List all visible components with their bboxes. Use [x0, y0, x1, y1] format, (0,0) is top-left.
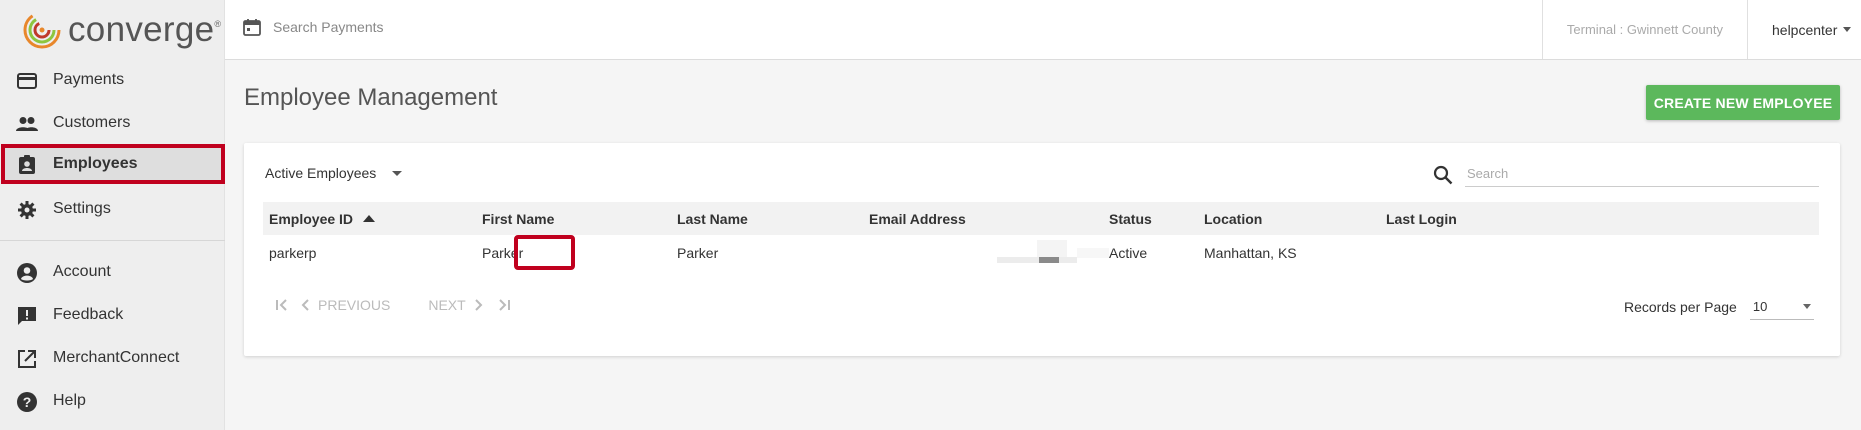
logo-text: converge — [68, 10, 215, 49]
calendar-icon — [243, 19, 261, 36]
badge-icon — [16, 154, 38, 176]
user-menu[interactable]: helpcenter — [1747, 0, 1861, 59]
page-title: Employee Management — [244, 84, 498, 111]
caret-down-icon — [1802, 304, 1811, 309]
search-icon[interactable] — [1433, 165, 1453, 185]
create-new-employee-button[interactable]: CREATE NEW EMPLOYEE — [1646, 85, 1840, 120]
next-label: NEXT — [428, 297, 466, 313]
header-status[interactable]: Status — [1109, 202, 1152, 235]
first-name-highlight — [514, 235, 575, 270]
sidebar-item-label: MerchantConnect — [53, 349, 180, 366]
search-payments[interactable]: Search Payments — [243, 18, 384, 36]
sidebar-item-label: Payments — [53, 71, 125, 88]
email-redacted — [997, 240, 1109, 264]
employee-filter-dropdown[interactable]: Active Employees — [265, 165, 403, 181]
search-payments-label: Search Payments — [273, 19, 384, 35]
sidebar-item-employees[interactable]: Employees — [1, 144, 225, 184]
header-label: Employee ID — [269, 210, 354, 227]
chevron-left-icon — [301, 299, 309, 311]
converge-logo[interactable]: converge ® — [22, 8, 221, 52]
top-right-area: Terminal : Gwinnett County helpcenter — [1541, 0, 1861, 59]
user-name: helpcenter — [1772, 21, 1838, 38]
cell-location: Manhattan, KS — [1204, 245, 1297, 261]
help-icon: ? — [16, 391, 38, 413]
cell-employee-id: parkerp — [269, 245, 317, 261]
table-header: Employee ID First Name Last Name Email A… — [263, 202, 1819, 235]
sidebar-item-label: Account — [53, 263, 111, 280]
search-input[interactable] — [1465, 161, 1819, 187]
header-employee-id[interactable]: Employee ID — [269, 202, 376, 235]
sort-ascending-icon — [363, 215, 376, 222]
caret-down-icon — [392, 170, 403, 176]
sidebar-item-payments[interactable]: Payments — [0, 60, 225, 100]
next-page-button[interactable]: NEXT — [428, 297, 483, 313]
top-bar: Search Payments Terminal : Gwinnett Coun… — [225, 0, 1861, 60]
sidebar-item-label: Settings — [53, 200, 111, 217]
header-first-name[interactable]: First Name — [482, 202, 554, 235]
sidebar-item-account[interactable]: Account — [0, 252, 225, 292]
filter-label: Active Employees — [265, 165, 377, 181]
first-page-button[interactable] — [274, 298, 290, 312]
header-last-name[interactable]: Last Name — [677, 202, 748, 235]
chevron-right-icon — [474, 299, 483, 311]
sidebar: converge ® Payments Customers Employees S… — [0, 0, 225, 430]
records-per-page-select[interactable]: 10 — [1749, 294, 1814, 320]
sidebar-item-customers[interactable]: Customers — [0, 103, 225, 143]
sidebar-item-feedback[interactable]: Feedback — [0, 295, 225, 335]
records-per-page-value: 10 — [1752, 299, 1768, 314]
header-email-address[interactable]: Email Address — [869, 202, 966, 235]
header-location[interactable]: Location — [1204, 202, 1262, 235]
header-last-login[interactable]: Last Login — [1386, 202, 1457, 235]
previous-page-button[interactable]: PREVIOUS — [300, 297, 390, 313]
logo-trademark: ® — [214, 19, 222, 29]
cell-status: Active — [1109, 245, 1148, 261]
feedback-icon — [16, 305, 38, 327]
sidebar-divider — [0, 240, 225, 241]
terminal-selector[interactable]: Terminal : Gwinnett County — [1541, 0, 1747, 59]
sidebar-item-settings[interactable]: Settings — [0, 189, 225, 229]
sidebar-item-label: Employees — [53, 155, 138, 172]
last-page-button[interactable] — [496, 298, 512, 312]
records-per-page: Records per Page 10 — [1624, 294, 1814, 320]
pagination: PREVIOUS NEXT — [274, 297, 512, 313]
sidebar-item-help[interactable]: ? Help — [0, 381, 225, 421]
previous-label: PREVIOUS — [318, 297, 391, 313]
sidebar-item-label: Feedback — [53, 306, 124, 323]
converge-logo-icon — [23, 11, 61, 49]
people-icon — [16, 113, 38, 135]
first-page-icon — [276, 299, 287, 311]
cell-last-name: Parker — [677, 245, 719, 261]
svg-text:?: ? — [23, 394, 32, 410]
records-per-page-label: Records per Page — [1624, 299, 1737, 315]
sidebar-item-label: Help — [53, 392, 86, 409]
sidebar-item-label: Customers — [53, 114, 131, 131]
account-circle-icon — [16, 262, 38, 284]
open-external-icon — [16, 348, 38, 370]
credit-card-icon — [16, 70, 38, 92]
gear-icon — [16, 199, 38, 221]
caret-down-icon — [1843, 27, 1852, 32]
sidebar-item-merchantconnect[interactable]: MerchantConnect — [0, 338, 225, 378]
last-page-icon — [498, 299, 510, 311]
